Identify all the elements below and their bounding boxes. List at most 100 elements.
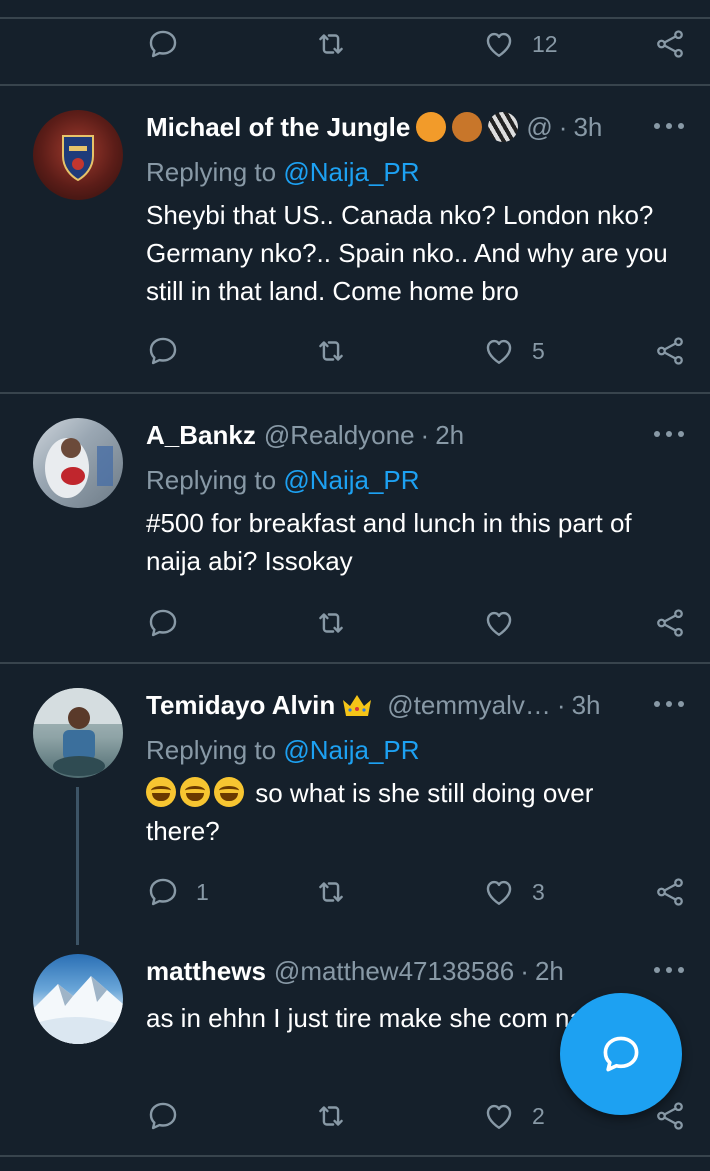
tweet-item[interactable]: Michael of the Jungle @ · 3h Replying to… <box>0 107 710 392</box>
more-icon <box>654 701 660 707</box>
crown-emoji-icon <box>341 692 373 718</box>
tweet-header: Michael of the Jungle @ · 3h <box>146 107 710 147</box>
retweet-button[interactable] <box>314 19 364 69</box>
avatar[interactable] <box>33 954 123 1044</box>
tears-of-joy-emoji-icon <box>214 777 244 807</box>
share-icon <box>653 1099 687 1133</box>
zebra-emoji-icon <box>488 112 519 142</box>
club-crest-icon <box>62 135 94 182</box>
more-options-button[interactable] <box>654 967 684 975</box>
separator-dot: · <box>558 111 568 142</box>
retweet-icon <box>314 334 348 368</box>
display-name[interactable]: A_Bankz <box>146 420 256 451</box>
share-icon <box>653 27 687 61</box>
share-icon <box>653 875 687 909</box>
display-name[interactable]: Michael of the Jungle <box>146 112 410 143</box>
avatar[interactable] <box>33 688 123 778</box>
divider <box>0 662 710 664</box>
divider <box>0 17 710 19</box>
replying-to: Replying to @Naija_PR <box>146 157 420 187</box>
tweet-text: so what is she still doing over there? <box>146 778 594 846</box>
tweet-item[interactable]: Temidayo Alvin @temmyalv… · 3h Replying … <box>0 685 710 945</box>
more-options-button[interactable] <box>654 701 684 709</box>
like-button[interactable]: 2 <box>482 1091 545 1141</box>
retweet-icon <box>314 606 348 640</box>
heart-icon <box>482 27 516 61</box>
mention-link[interactable]: @Naija_PR <box>283 157 419 187</box>
compose-reply-button[interactable] <box>560 993 682 1115</box>
share-button[interactable] <box>653 598 687 648</box>
user-handle[interactable]: @Realdyone <box>264 420 415 451</box>
share-button[interactable] <box>653 326 687 376</box>
action-bar <box>0 598 710 648</box>
action-bar: 1 3 <box>0 867 710 917</box>
action-bar: 12 <box>0 19 710 69</box>
share-button[interactable] <box>653 19 687 69</box>
reply-button[interactable]: 1 <box>146 867 209 917</box>
like-button[interactable]: 12 <box>482 19 558 69</box>
retweet-icon <box>314 27 348 61</box>
action-bar: 5 <box>0 326 710 376</box>
retweet-icon <box>314 875 348 909</box>
compose-reply-icon <box>603 1036 639 1072</box>
retweet-button[interactable] <box>314 326 364 376</box>
heart-icon <box>482 1099 516 1133</box>
like-count: 5 <box>532 337 545 364</box>
like-button[interactable] <box>482 598 532 648</box>
retweet-icon <box>314 1099 348 1133</box>
more-icon <box>654 123 660 129</box>
like-button[interactable]: 5 <box>482 326 545 376</box>
tweet-time[interactable]: 3h <box>573 112 602 143</box>
tweet-item[interactable]: A_Bankz @Realdyone · 2h Replying to @Nai… <box>0 415 710 663</box>
tweet-text: Sheybi that US.. Canada nko? London nko?… <box>146 200 668 306</box>
separator-dot: · <box>420 419 430 450</box>
reply-count: 1 <box>196 878 209 905</box>
tweet-header: matthews @matthew47138586 · 2h <box>146 951 710 991</box>
more-options-button[interactable] <box>654 431 684 439</box>
retweet-button[interactable] <box>314 1091 364 1141</box>
divider <box>0 84 710 86</box>
tiger-emoji-icon <box>416 112 447 142</box>
reply-icon <box>146 334 180 368</box>
tweet-time[interactable]: 3h <box>572 690 601 721</box>
user-handle[interactable]: @ <box>526 112 552 143</box>
divider <box>0 392 710 394</box>
user-handle[interactable]: @matthew47138586 <box>274 956 514 987</box>
reply-button[interactable] <box>146 1091 196 1141</box>
tweet-header: A_Bankz @Realdyone · 2h <box>146 415 710 455</box>
like-count: 2 <box>532 1102 545 1129</box>
separator-dot: · <box>556 689 566 720</box>
reply-icon <box>146 1099 180 1133</box>
display-name[interactable]: Temidayo Alvin <box>146 690 335 721</box>
tears-of-joy-emoji-icon <box>146 777 176 807</box>
share-button[interactable] <box>653 867 687 917</box>
like-count: 12 <box>532 30 558 57</box>
heart-icon <box>482 875 516 909</box>
reply-button[interactable] <box>146 19 196 69</box>
tweet-time[interactable]: 2h <box>535 956 564 987</box>
user-handle[interactable]: @temmyalv… <box>387 690 551 721</box>
tweet-time[interactable]: 2h <box>435 420 464 451</box>
like-count: 3 <box>532 878 545 905</box>
more-options-button[interactable] <box>654 123 684 131</box>
retweet-button[interactable] <box>314 867 364 917</box>
mention-link[interactable]: @Naija_PR <box>283 735 419 765</box>
like-button[interactable]: 3 <box>482 867 545 917</box>
retweet-button[interactable] <box>314 598 364 648</box>
avatar[interactable] <box>33 418 123 508</box>
more-icon <box>654 431 660 437</box>
user-photo <box>33 976 123 1044</box>
share-icon <box>653 334 687 368</box>
heart-icon <box>482 334 516 368</box>
reply-button[interactable] <box>146 326 196 376</box>
thread-line <box>76 787 79 945</box>
reply-button[interactable] <box>146 598 196 648</box>
more-icon <box>654 967 660 973</box>
display-name[interactable]: matthews <box>146 956 266 987</box>
tears-of-joy-emoji-icon <box>180 777 210 807</box>
user-photo <box>45 438 113 498</box>
share-icon <box>653 606 687 640</box>
avatar[interactable] <box>33 110 123 200</box>
mention-link[interactable]: @Naija_PR <box>283 465 419 495</box>
replying-to: Replying to @Naija_PR <box>146 465 420 495</box>
